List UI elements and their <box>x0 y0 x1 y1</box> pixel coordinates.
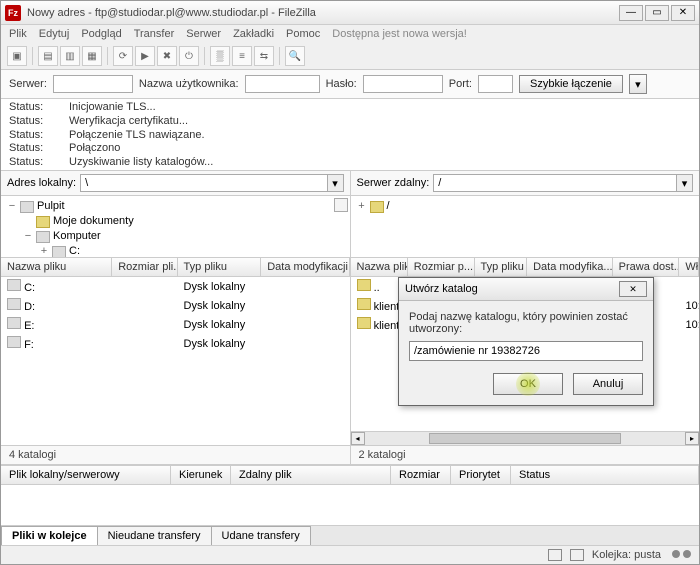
drive-icon <box>7 279 21 291</box>
activity-indicator <box>669 549 691 561</box>
site-manager-icon[interactable]: ▣ <box>7 46 27 66</box>
drive-icon <box>7 298 21 310</box>
sync-browse-icon[interactable]: ⇆ <box>254 46 274 66</box>
tab-successful-transfers[interactable]: Udane transfery <box>211 526 311 545</box>
user-input[interactable] <box>245 75 320 93</box>
pass-input[interactable] <box>363 75 443 93</box>
toggle-queue-icon[interactable]: ▦ <box>82 46 102 66</box>
host-input[interactable] <box>53 75 133 93</box>
local-summary: 4 katalogi <box>1 445 350 464</box>
disconnect-icon[interactable]: ⏻ <box>179 46 199 66</box>
user-label: Nazwa użytkownika: <box>139 78 239 90</box>
remote-hscroll[interactable]: ◂ ▸ <box>351 431 700 445</box>
find-icon[interactable]: 🔍 <box>285 46 305 66</box>
tab-queued-files[interactable]: Pliki w kolejce <box>1 526 98 545</box>
directory-name-input[interactable] <box>409 341 643 361</box>
cancel-icon[interactable]: ✖ <box>157 46 177 66</box>
menu-serwer[interactable]: Serwer <box>186 28 221 40</box>
port-label: Port: <box>449 78 472 90</box>
folder-icon <box>357 317 371 329</box>
menu-edytuj[interactable]: Edytuj <box>39 28 70 40</box>
tab-failed-transfers[interactable]: Nieudane transfery <box>97 526 212 545</box>
menu-plik[interactable]: Plik <box>9 28 27 40</box>
list-item: C:Dysk lokalny <box>1 277 350 296</box>
folder-icon <box>370 201 384 213</box>
scroll-right-icon[interactable]: ▸ <box>685 432 699 445</box>
scroll-left-icon[interactable]: ◂ <box>351 432 365 445</box>
quick-connect-bar: Serwer: Nazwa użytkownika: Hasło: Port: … <box>1 70 699 99</box>
remote-list-header[interactable]: Nazwa pliku Rozmiar p... Typ pliku Data … <box>351 258 700 277</box>
quick-connect-button[interactable]: Szybkie łączenie <box>519 75 623 93</box>
dialog-message: Podaj nazwę katalogu, który powinien zos… <box>409 311 643 335</box>
local-list-header[interactable]: Nazwa pliku Rozmiar pli... Typ pliku Dat… <box>1 258 350 277</box>
drive-icon <box>7 336 21 348</box>
queue-tabs: Pliki w kolejce Nieudane transfery Udane… <box>1 525 699 545</box>
remote-path-input[interactable] <box>433 174 677 192</box>
menu-pomoc[interactable]: Pomoc <box>286 28 320 40</box>
lock-icon[interactable] <box>548 549 562 561</box>
remote-path-label: Serwer zdalny: <box>357 177 430 189</box>
speed-icon[interactable] <box>570 549 584 561</box>
update-notice[interactable]: Dostępna jest nowa wersja! <box>332 28 467 40</box>
minimize-button[interactable]: — <box>619 5 643 21</box>
drive-icon <box>7 317 21 329</box>
window-title: Nowy adres - ftp@studiodar.pl@www.studio… <box>27 7 619 19</box>
local-path-input[interactable] <box>80 174 327 192</box>
titlebar: Fz Nowy adres - ftp@studiodar.pl@www.stu… <box>1 1 699 25</box>
log-panel: Status:Inicjowanie TLS... Status:Weryfik… <box>1 99 699 171</box>
queue-body[interactable] <box>1 485 699 525</box>
toggle-log-icon[interactable]: ▤ <box>38 46 58 66</box>
ok-button[interactable]: OK <box>493 373 563 395</box>
list-item: D:Dysk lokalny <box>1 296 350 315</box>
queue-status: Kolejka: pusta <box>592 549 661 561</box>
remote-tree[interactable]: +/ <box>351 196 700 258</box>
pass-label: Hasło: <box>326 78 357 90</box>
menu-zakladki[interactable]: Zakładki <box>233 28 274 40</box>
drive-icon <box>52 246 66 258</box>
filter-icon[interactable]: ▒ <box>210 46 230 66</box>
maximize-button[interactable]: ▭ <box>645 5 669 21</box>
host-label: Serwer: <box>9 78 47 90</box>
queue-header[interactable]: Plik lokalny/serwerowy Kierunek Zdalny p… <box>1 465 699 485</box>
port-input[interactable] <box>478 75 513 93</box>
list-item: F:Dysk lokalny <box>1 334 350 353</box>
scroll-box-icon[interactable] <box>334 198 348 212</box>
refresh-icon[interactable]: ⟳ <box>113 46 133 66</box>
folder-icon <box>357 298 371 310</box>
app-logo-icon: Fz <box>5 5 21 21</box>
statusbar: Kolejka: pusta <box>1 545 699 564</box>
local-tree[interactable]: −Pulpit Moje dokumenty −Komputer +C: <box>1 196 350 258</box>
folder-up-icon <box>357 279 371 291</box>
list-item: E:Dysk lokalny <box>1 315 350 334</box>
toolbar: ▣ ▤ ▥ ▦ ⟳ ▶ ✖ ⏻ ▒ ≡ ⇆ 🔍 <box>1 43 699 70</box>
desktop-icon <box>20 201 34 213</box>
remote-summary: 2 katalogi <box>351 445 700 464</box>
menubar: Plik Edytuj Podgląd Transfer Serwer Zakł… <box>1 25 699 43</box>
compare-icon[interactable]: ≡ <box>232 46 252 66</box>
close-button[interactable]: ✕ <box>671 5 695 21</box>
create-directory-dialog: Utwórz katalog ✕ Podaj nazwę katalogu, k… <box>398 277 654 406</box>
folder-icon <box>36 216 50 228</box>
cancel-button[interactable]: Anuluj <box>573 373 643 395</box>
local-list[interactable]: C:Dysk lokalny D:Dysk lokalny E:Dysk lok… <box>1 277 350 445</box>
quick-connect-dropdown[interactable]: ▾ <box>629 74 647 94</box>
local-path-label: Adres lokalny: <box>7 177 76 189</box>
menu-podglad[interactable]: Podgląd <box>81 28 121 40</box>
dialog-title: Utwórz katalog <box>405 283 619 295</box>
remote-path-dropdown[interactable]: ▾ <box>677 174 693 192</box>
dialog-close-button[interactable]: ✕ <box>619 281 647 297</box>
toggle-tree-icon[interactable]: ▥ <box>60 46 80 66</box>
local-pane: Adres lokalny: ▾ −Pulpit Moje dokumenty … <box>1 171 351 464</box>
menu-transfer[interactable]: Transfer <box>134 28 175 40</box>
local-path-dropdown[interactable]: ▾ <box>328 174 344 192</box>
computer-icon <box>36 231 50 243</box>
process-queue-icon[interactable]: ▶ <box>135 46 155 66</box>
